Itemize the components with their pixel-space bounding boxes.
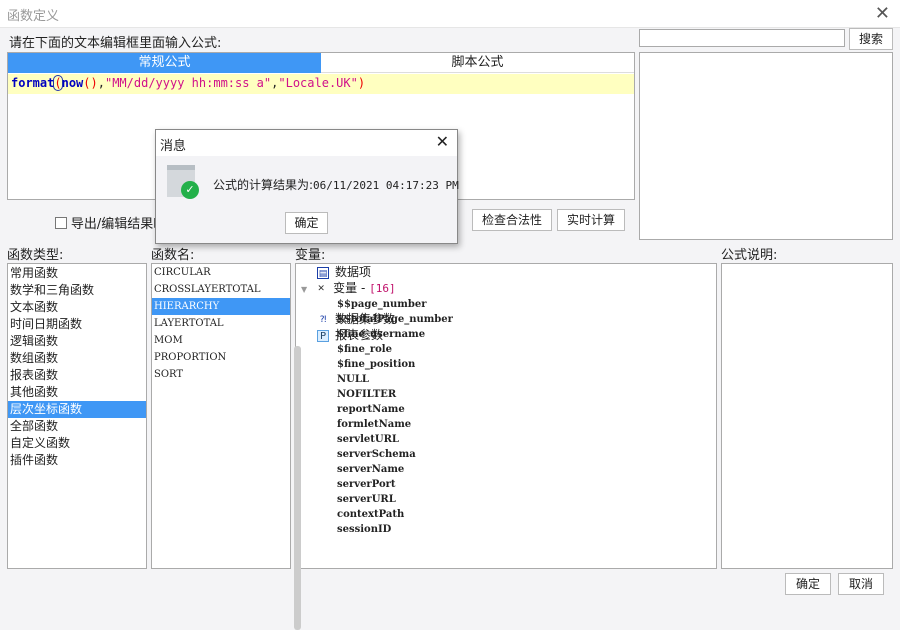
category-item[interactable]: 时间日期函数 bbox=[8, 316, 146, 333]
check-validity-button[interactable]: 检查合法性 bbox=[472, 209, 552, 231]
tree-report-params[interactable]: P 报表参数 bbox=[296, 328, 716, 344]
category-item[interactable]: 全部函数 bbox=[8, 418, 146, 435]
check-icon: ✓ bbox=[181, 181, 199, 199]
data-item-icon: ▤ bbox=[317, 266, 329, 279]
ok-button[interactable]: 确定 bbox=[785, 573, 831, 595]
tree-data-items[interactable]: ▤ 数据项 bbox=[296, 265, 716, 281]
function-item[interactable]: CIRCULAR bbox=[152, 264, 290, 281]
formula-close-paren: ) bbox=[357, 76, 366, 90]
variable-icon: ✕ bbox=[317, 283, 325, 294]
variable-item[interactable]: $fine_role bbox=[296, 342, 716, 357]
close-icon[interactable]: ✕ bbox=[875, 3, 890, 24]
function-list: CIRCULAR CROSSLAYERTOTAL HIERARCHY LAYERTOT… bbox=[151, 263, 291, 569]
category-item[interactable]: 数学和三角函数 bbox=[8, 282, 146, 299]
variable-item[interactable]: serverSchema bbox=[296, 447, 716, 462]
category-item[interactable]: 其他函数 bbox=[8, 384, 146, 401]
variable-item[interactable]: formletName bbox=[296, 417, 716, 432]
search-input[interactable] bbox=[639, 29, 845, 47]
formula-format-string: "MM/dd/yyyy hh:mm:ss a" bbox=[104, 76, 272, 90]
formula-sep: , bbox=[97, 76, 105, 90]
formula-inner: now bbox=[61, 76, 84, 90]
variable-item[interactable]: contextPath bbox=[296, 507, 716, 522]
category-item[interactable]: 文本函数 bbox=[8, 299, 146, 316]
functions-label: 函数名: bbox=[151, 248, 195, 263]
category-item[interactable]: 常用函数 bbox=[8, 265, 146, 282]
message-ok-button[interactable]: 确定 bbox=[285, 212, 328, 234]
success-info-icon: ✓ bbox=[167, 165, 199, 199]
function-item[interactable]: PROPORTION bbox=[152, 349, 290, 366]
function-item[interactable]: LAYERTOTAL bbox=[152, 315, 290, 332]
tree-label: 变量 - bbox=[333, 281, 370, 295]
category-item[interactable]: 报表函数 bbox=[8, 367, 146, 384]
search-results-panel bbox=[639, 52, 893, 240]
tab-regular-formula[interactable]: 常规公式 bbox=[8, 53, 321, 73]
variable-item[interactable]: $fine_position bbox=[296, 357, 716, 372]
function-item[interactable]: SORT bbox=[152, 366, 290, 383]
formula-locale-string: "Locale.UK" bbox=[278, 76, 358, 90]
formula-paren: ( bbox=[53, 75, 63, 91]
variable-item[interactable]: NOFILTER bbox=[296, 387, 716, 402]
export-checkbox-label: 导出/编辑结果时 bbox=[70, 217, 167, 232]
category-list: 常用函数 数学和三角函数 文本函数 时间日期函数 逻辑函数 数组函数 报表函数 其他函数 层次坐… bbox=[7, 263, 147, 569]
title-bar: 函数定义 ✕ bbox=[0, 0, 900, 28]
formula-input[interactable]: format(now(),"MM/dd/yyyy hh:mm:ss a","Lo… bbox=[8, 74, 634, 94]
message-close-icon[interactable]: ✕ bbox=[436, 132, 449, 151]
message-dialog: 消息 ✕ ✓ 公式的计算结果为:06/11/2021 04:17:23 PM 确… bbox=[155, 129, 459, 244]
tree-label: 数据项 bbox=[335, 265, 372, 279]
tree-variables-group[interactable]: ▼ ✕ 变量 - [16] bbox=[296, 281, 716, 297]
category-item[interactable]: 层次坐标函数 bbox=[8, 401, 146, 418]
tree-label: 报表参数 bbox=[335, 328, 384, 342]
category-item[interactable]: 自定义函数 bbox=[8, 435, 146, 452]
tree-label: 数据集参数 bbox=[335, 312, 396, 326]
variable-count: [16] bbox=[369, 282, 396, 295]
variable-tree: ▤ 数据项 ▼ ✕ 变量 - [16] $$page_number $$totalPag… bbox=[294, 263, 717, 630]
expand-arrow-icon[interactable]: ▼ bbox=[301, 285, 307, 294]
tab-script-formula[interactable]: 脚本公式 bbox=[321, 53, 634, 73]
function-item[interactable]: MOM bbox=[152, 332, 290, 349]
category-item[interactable]: 数组函数 bbox=[8, 350, 146, 367]
category-item[interactable]: 插件函数 bbox=[8, 452, 146, 469]
formula-function: format bbox=[11, 76, 55, 90]
variables-label: 变量: bbox=[295, 248, 326, 263]
variable-item[interactable]: sessionID bbox=[296, 522, 716, 537]
window-title: 函数定义 bbox=[7, 9, 60, 24]
variable-item[interactable]: reportName bbox=[296, 402, 716, 417]
tree-dataset-params[interactable]: ⁈ 数据集参数 bbox=[296, 312, 716, 328]
variable-item[interactable]: serverName bbox=[296, 462, 716, 477]
categories-label: 函数类型: bbox=[7, 248, 64, 263]
formula-call: () bbox=[83, 76, 98, 90]
variable-item[interactable]: serverURL bbox=[296, 492, 716, 507]
export-checkbox[interactable] bbox=[55, 216, 67, 229]
realtime-calc-button[interactable]: 实时计算 bbox=[557, 209, 625, 231]
editor-prompt: 请在下面的文本编辑框里面输入公式: bbox=[9, 36, 222, 51]
function-item[interactable]: CROSSLAYERTOTAL bbox=[152, 281, 290, 298]
description-label: 公式说明: bbox=[721, 248, 778, 263]
function-item[interactable]: HIERARCHY bbox=[152, 298, 290, 315]
search-button[interactable]: 搜索 bbox=[849, 28, 893, 50]
tree-scrollbar[interactable] bbox=[294, 346, 301, 630]
cancel-button[interactable]: 取消 bbox=[838, 573, 884, 595]
variable-item[interactable]: $$page_number bbox=[296, 297, 716, 312]
message-title: 消息 bbox=[160, 139, 187, 154]
message-titlebar: 消息 ✕ bbox=[156, 130, 457, 156]
calc-result: 06/11/2021 04:17:23 PM bbox=[313, 179, 459, 192]
variable-item[interactable]: serverPort bbox=[296, 477, 716, 492]
report-param-icon: P bbox=[317, 329, 329, 342]
export-checkbox-row[interactable]: 导出/编辑结果时 bbox=[55, 213, 166, 232]
variable-item[interactable]: NULL bbox=[296, 372, 716, 387]
variable-item[interactable]: servletURL bbox=[296, 432, 716, 447]
message-label: 公式的计算结果为: bbox=[213, 178, 314, 192]
message-text: 公式的计算结果为:06/11/2021 04:17:23 PM bbox=[213, 176, 459, 193]
description-panel bbox=[721, 263, 893, 569]
category-item[interactable]: 逻辑函数 bbox=[8, 333, 146, 350]
dataset-param-icon: ⁈ bbox=[319, 314, 327, 325]
